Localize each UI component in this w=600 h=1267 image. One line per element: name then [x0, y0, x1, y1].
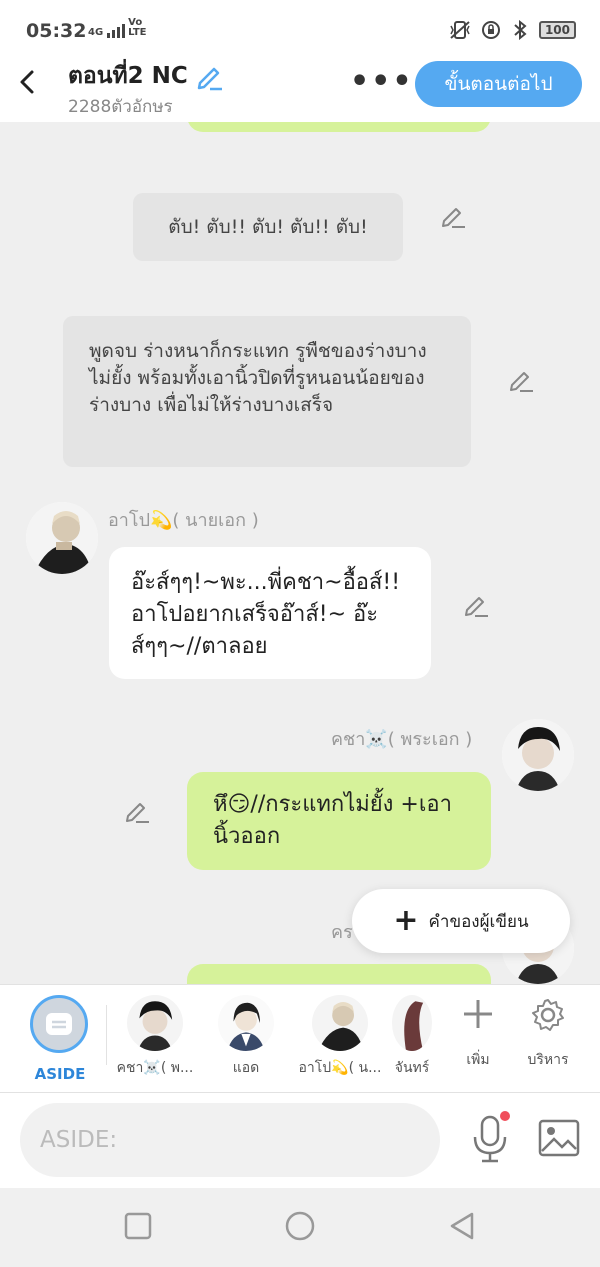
message-bubble[interactable]: [187, 964, 491, 984]
message-input[interactable]: ASIDE:: [20, 1103, 440, 1177]
notification-dot: [500, 1111, 510, 1121]
manage-label: บริหาร: [527, 1052, 569, 1068]
avatar[interactable]: [502, 719, 574, 791]
rotation-lock-icon: [481, 21, 500, 39]
narration-bubble[interactable]: ตับ! ตับ!! ตับ! ตับ!! ตับ!: [133, 193, 403, 261]
episode-title: ตอนที่2 NC: [68, 58, 224, 94]
next-step-button[interactable]: ขั้นตอนต่อไป: [415, 61, 582, 107]
message-text: หึ😏//กระแทกไม่ยั้ง +เอานิ้วออก: [213, 792, 452, 849]
edit-icon[interactable]: [124, 798, 150, 824]
vibrate-icon: [450, 21, 470, 39]
aside-button[interactable]: ASIDE: [30, 995, 90, 1083]
narration-bubble[interactable]: พูดจบ ร่างหนาก็กระแทก รูพืชของร่างบางไม่…: [63, 316, 471, 467]
gear-icon: [532, 999, 564, 1031]
back-arrow-icon[interactable]: [14, 68, 42, 96]
avatar: [127, 995, 183, 1051]
edit-icon[interactable]: [508, 367, 534, 393]
status-time: 05:32: [26, 20, 87, 42]
plus-icon: [464, 1000, 492, 1028]
narration-text: พูดจบ ร่างหนาก็กระแทก รูพืชของร่างบางไม่…: [89, 340, 427, 416]
battery-indicator: 100: [538, 21, 576, 39]
avatar[interactable]: [26, 502, 98, 574]
author-note-label: คำของผู้เขียน: [428, 911, 529, 932]
aside-icon: [46, 1013, 72, 1035]
author-note-button[interactable]: + คำของผู้เขียน: [352, 889, 570, 953]
aside-label: ASIDE: [34, 1065, 86, 1083]
network-indicator: 4G Vo LTE: [88, 18, 147, 38]
message-text: อ๊ะส์ๆๆ!~พะ...พี่คชา~อื้อส์!!อาโปอยากเสร…: [131, 570, 401, 659]
add-character-button[interactable]: เพิ่ม: [448, 997, 508, 1071]
character-label: อาโป💫( น...: [298, 1060, 382, 1076]
image-icon[interactable]: [538, 1119, 580, 1157]
character-chip[interactable]: จันทร์: [392, 995, 432, 1079]
avatar: [392, 995, 432, 1051]
message-bubble[interactable]: อ๊ะส์ๆๆ!~พะ...พี่คชา~อื้อส์!!อาโปอยากเสร…: [109, 547, 431, 679]
character-chip[interactable]: คชา☠️( พ...: [113, 995, 197, 1079]
recents-icon[interactable]: [122, 1210, 154, 1242]
back-icon[interactable]: [446, 1210, 478, 1242]
system-nav-bar: [0, 1188, 600, 1267]
character-label: คชา☠️( พ...: [116, 1060, 194, 1076]
character-label: จันทร์: [394, 1060, 430, 1076]
edit-icon[interactable]: [463, 592, 489, 618]
volte-indicator: Vo LTE: [128, 17, 147, 38]
divider: [106, 1005, 107, 1065]
add-label: เพิ่ม: [466, 1052, 490, 1068]
signal-icon: [106, 24, 125, 38]
character-count: 2288ตัวอักษร: [68, 97, 173, 117]
edit-title-icon[interactable]: [194, 61, 224, 91]
avatar: [312, 995, 368, 1051]
character-name: อาโป💫( นายเอก ): [108, 510, 259, 531]
status-bar: 05:32 4G Vo LTE 100: [0, 0, 600, 58]
more-options-icon[interactable]: •••: [350, 64, 414, 99]
input-bar: ASIDE:: [0, 1092, 600, 1188]
top-app-bar: ตอนที่2 NC 2288ตัวอักษร ••• ขั้นตอนต่อไป: [0, 58, 600, 122]
partial-message-bubble[interactable]: [187, 122, 491, 132]
microphone-icon[interactable]: [470, 1115, 510, 1163]
narration-text: ตับ! ตับ!! ตับ! ตับ!! ตับ!: [168, 216, 368, 238]
character-chip[interactable]: อาโป💫( น...: [298, 995, 382, 1079]
home-icon[interactable]: [284, 1210, 316, 1242]
chat-area[interactable]: ตับ! ตับ!! ตับ! ตับ!! ตับ! พูดจบ ร่างหนา…: [0, 122, 600, 984]
bluetooth-icon: [514, 20, 527, 40]
network-type: 4G: [88, 27, 104, 38]
character-name: คร: [331, 922, 353, 943]
manage-button[interactable]: บริหาร: [518, 997, 578, 1071]
message-bubble[interactable]: หึ😏//กระแทกไม่ยั้ง +เอานิ้วออก: [187, 772, 491, 870]
character-label: แอด: [232, 1060, 260, 1076]
character-selector-bar: ASIDE คชา☠️( พ... แอด อาโป💫( น... จันทร์…: [0, 984, 600, 1092]
plus-icon: +: [393, 903, 419, 938]
episode-title-text: ตอนที่2 NC: [68, 63, 188, 89]
character-chip[interactable]: แอด: [213, 995, 279, 1079]
avatar: [218, 995, 274, 1051]
edit-icon[interactable]: [440, 203, 466, 229]
aside-circle: [30, 995, 88, 1053]
character-name: คชา☠️( พระเอก ): [331, 729, 473, 750]
